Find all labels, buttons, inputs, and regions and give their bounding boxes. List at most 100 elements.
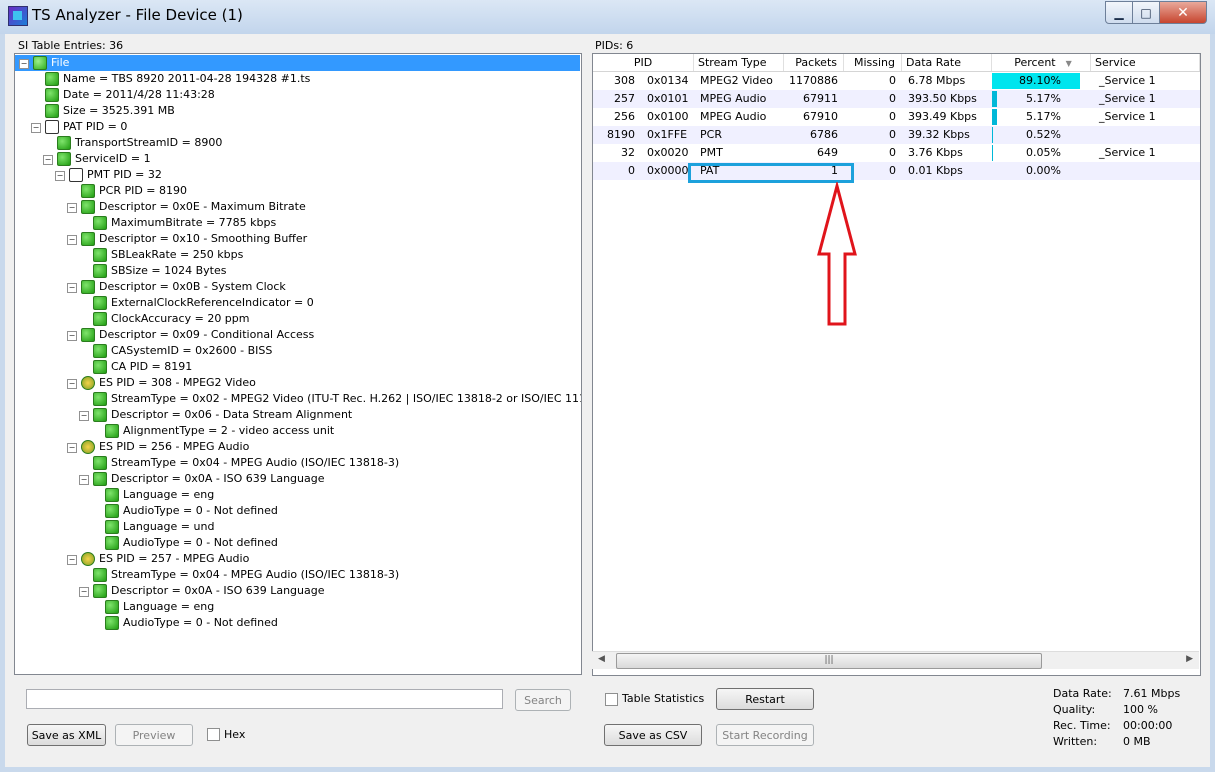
column-header-pid[interactable]: PID: [593, 54, 694, 71]
column-header-stream-type[interactable]: Stream Type: [694, 54, 784, 71]
cell-packets: 67911: [803, 92, 838, 105]
table-row[interactable]: 8190 0x1FFE PCR 6786 0 39.32 Kbps 0.52%: [593, 126, 1200, 144]
data-rate-label: Data Rate:: [1053, 687, 1112, 700]
expander-minus-icon[interactable]: −: [67, 555, 77, 565]
cell-pid: 0: [628, 164, 635, 177]
green-node-icon: [105, 520, 119, 534]
expander-minus-icon[interactable]: −: [67, 203, 77, 213]
expander-minus-icon[interactable]: −: [79, 587, 89, 597]
table-row[interactable]: 0 0x0000 PAT 1 0 0.01 Kbps 0.00%: [593, 162, 1200, 180]
search-input[interactable]: [26, 689, 503, 709]
cell-pid: 256: [614, 110, 635, 123]
green-node-icon: [93, 360, 107, 374]
restart-button[interactable]: Restart: [716, 688, 814, 710]
tree-item[interactable]: − File: [15, 55, 580, 71]
cell-data-rate: 39.32 Kbps: [908, 128, 970, 141]
cell-percent: 5.17%: [992, 90, 1091, 108]
preview-button[interactable]: Preview: [115, 724, 193, 746]
cell-missing: 0: [889, 92, 896, 105]
tree-item-label: PAT PID = 0: [63, 120, 128, 133]
column-header-missing[interactable]: Missing: [844, 54, 902, 71]
green-node-icon: [93, 408, 107, 422]
percent-value: 5.17%: [1026, 110, 1061, 123]
title-bar[interactable]: TS Analyzer - File Device (1) ▁ □ ✕: [0, 0, 1215, 34]
green-node-icon: [105, 600, 119, 614]
tree-item-label: StreamType = 0x04 - MPEG Audio (ISO/IEC …: [111, 456, 400, 469]
cell-pid-hex: 0x1FFE: [647, 128, 688, 141]
table-node-icon: [69, 168, 83, 182]
expander-minus-icon[interactable]: −: [43, 155, 53, 165]
cell-pid: 257: [614, 92, 635, 105]
cell-service: [1091, 162, 1200, 180]
tree-item-label: Descriptor = 0x0B - System Clock: [99, 280, 286, 293]
expander-minus-icon[interactable]: −: [67, 379, 77, 389]
tree-item-label: SBLeakRate = 250 kbps: [111, 248, 244, 261]
audio-stream-icon: [81, 440, 95, 454]
written-value: 0 MB: [1123, 735, 1151, 748]
tree-item-label: Descriptor = 0x0A - ISO 639 Language: [111, 472, 325, 485]
expander-minus-icon[interactable]: −: [67, 283, 77, 293]
green-node-icon: [81, 328, 95, 342]
green-node-icon: [81, 184, 95, 198]
cell-stream-type: PCR: [700, 128, 722, 141]
tree-item-label: StreamType = 0x02 - MPEG2 Video (ITU-T R…: [111, 392, 582, 405]
expander-minus-icon[interactable]: −: [79, 411, 89, 421]
column-header-label: PID: [633, 56, 653, 69]
green-node-icon: [93, 264, 107, 278]
table-row[interactable]: 256 0x0100 MPEG Audio 67910 0 393.49 Kbps 5.17…: [593, 108, 1200, 126]
percent-value: 0.52%: [1026, 128, 1061, 141]
start-recording-button[interactable]: Start Recording: [716, 724, 814, 746]
pids-table[interactable]: PID Stream Type Packets Missing Data Rate Per…: [592, 53, 1201, 676]
cell-service: _Service 1: [1099, 146, 1156, 159]
close-button[interactable]: ✕: [1160, 1, 1207, 24]
tree-item-label: AudioType = 0 - Not defined: [123, 536, 278, 549]
app-icon: [8, 6, 28, 26]
cell-packets: 67910: [803, 110, 838, 123]
expander-minus-icon[interactable]: −: [31, 123, 41, 133]
horizontal-scrollbar[interactable]: ◀ ||| ▶: [592, 651, 1199, 669]
green-node-icon: [105, 504, 119, 518]
cell-packets: 649: [817, 146, 838, 159]
tree-item-label: Descriptor = 0x06 - Data Stream Alignmen…: [111, 408, 353, 421]
expander-minus-icon[interactable]: −: [55, 171, 65, 181]
column-header-service[interactable]: Service: [1091, 54, 1200, 71]
quality-label: Quality:: [1053, 703, 1096, 716]
cell-pid-hex: 0x0000: [647, 164, 689, 177]
tree-item-label: Language = und: [123, 520, 215, 533]
column-header-percent[interactable]: Percent ▼: [992, 54, 1091, 71]
expander-minus-icon[interactable]: −: [67, 443, 77, 453]
expander-minus-icon[interactable]: −: [67, 331, 77, 341]
column-header-label: Stream Type: [698, 56, 767, 69]
tree-item-label: SBSize = 1024 Bytes: [111, 264, 227, 277]
green-node-icon: [105, 616, 119, 630]
si-tree[interactable]: − File Name = TBS 8920 2011-04-28 194328 #…: [14, 53, 582, 675]
minimize-button[interactable]: ▁: [1105, 1, 1133, 24]
save-as-csv-button[interactable]: Save as CSV: [604, 724, 702, 746]
maximize-button[interactable]: □: [1133, 1, 1160, 24]
cell-stream-type: MPEG Audio: [700, 92, 767, 105]
window-title: TS Analyzer - File Device (1): [32, 6, 243, 24]
green-node-icon: [93, 584, 107, 598]
table-statistics-checkbox[interactable]: [605, 693, 618, 706]
tree-item-label: Name = TBS 8920 2011-04-28 194328 #1.ts: [63, 72, 311, 85]
expander-minus-icon[interactable]: −: [67, 235, 77, 245]
expander-minus-icon[interactable]: −: [19, 59, 29, 69]
save-as-xml-button[interactable]: Save as XML: [27, 724, 106, 746]
green-node-icon: [81, 280, 95, 294]
tree-item-label: PMT PID = 32: [87, 168, 162, 181]
table-row[interactable]: 308 0x0134 MPEG2 Video 1170886 0 6.78 Mbps 89.…: [593, 72, 1200, 90]
expander-minus-icon[interactable]: −: [79, 475, 89, 485]
table-row[interactable]: 32 0x0020 PMT 649 0 3.76 Kbps 0.05% _Service 1: [593, 144, 1200, 162]
hex-checkbox[interactable]: [207, 728, 220, 741]
search-button[interactable]: Search: [515, 689, 571, 711]
scroll-left-icon[interactable]: ◀: [598, 654, 605, 664]
cell-pid-hex: 0x0101: [647, 92, 689, 105]
green-node-icon: [81, 200, 95, 214]
table-row[interactable]: 257 0x0101 MPEG Audio 67911 0 393.50 Kbps 5.17…: [593, 90, 1200, 108]
scroll-right-icon[interactable]: ▶: [1186, 654, 1193, 664]
rec-time-value: 00:00:00: [1123, 719, 1173, 732]
scrollbar-thumb[interactable]: |||: [616, 653, 1042, 669]
column-header-packets[interactable]: Packets: [784, 54, 844, 71]
column-header-data-rate[interactable]: Data Rate: [902, 54, 992, 71]
file-node-icon: [33, 56, 47, 70]
